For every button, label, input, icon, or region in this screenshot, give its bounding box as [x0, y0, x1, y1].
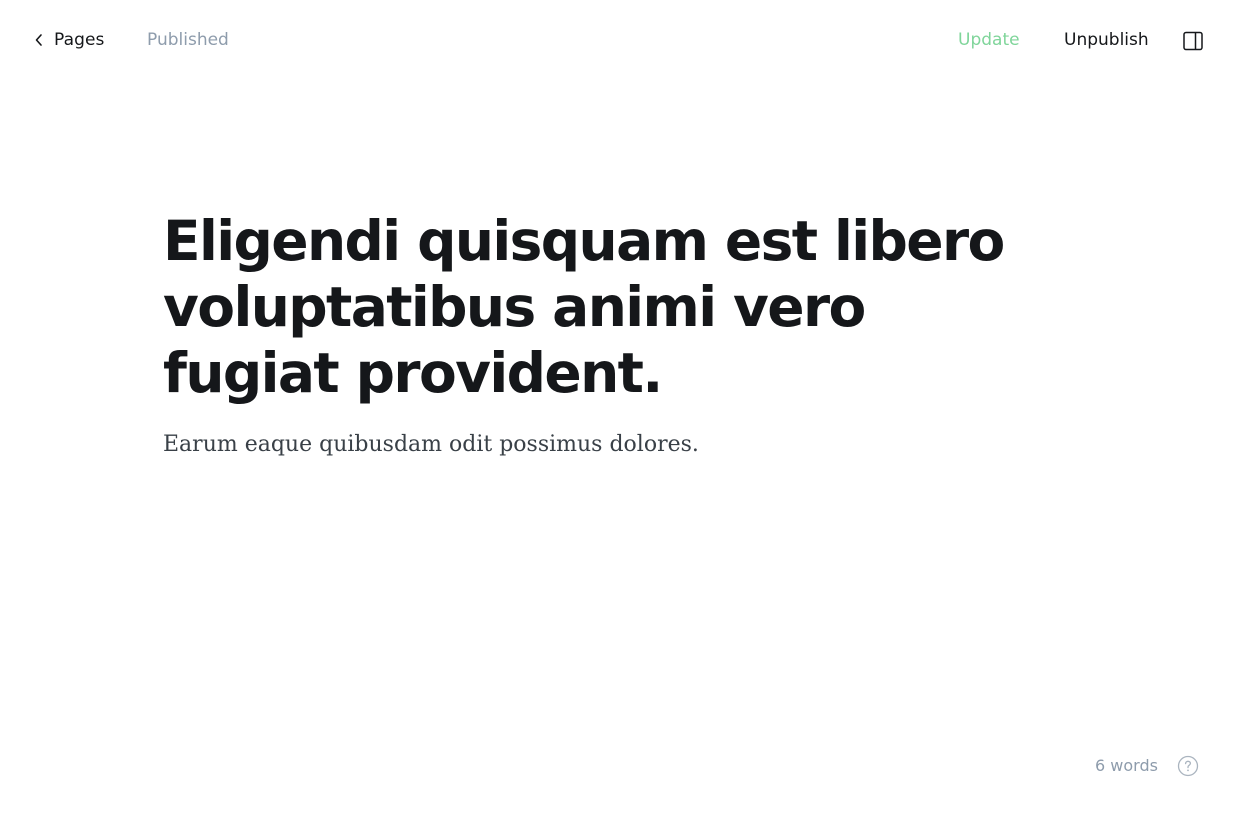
post-editor: Eligendi quisquam est libero voluptatibu…: [163, 208, 1043, 462]
help-button[interactable]: [1177, 755, 1199, 777]
publish-status: Published: [147, 30, 229, 50]
editor-header: Pages Published Update Unpublish: [0, 0, 1250, 80]
post-excerpt-input[interactable]: Earum eaque quibusdam odit possimus dolo…: [163, 428, 1043, 462]
post-title-input[interactable]: Eligendi quisquam est libero voluptatibu…: [163, 208, 1043, 406]
question-mark-icon: [1177, 755, 1199, 781]
word-count: 6 words: [1095, 756, 1158, 775]
sidebar-panel-icon: [1182, 31, 1204, 56]
back-to-pages-link[interactable]: Pages: [34, 28, 105, 52]
chevron-left-icon: [34, 33, 44, 47]
back-link-label: Pages: [54, 30, 105, 50]
sidebar-toggle-button[interactable]: [1182, 30, 1204, 52]
update-button[interactable]: Update: [958, 28, 1020, 52]
unpublish-button[interactable]: Unpublish: [1064, 28, 1149, 52]
